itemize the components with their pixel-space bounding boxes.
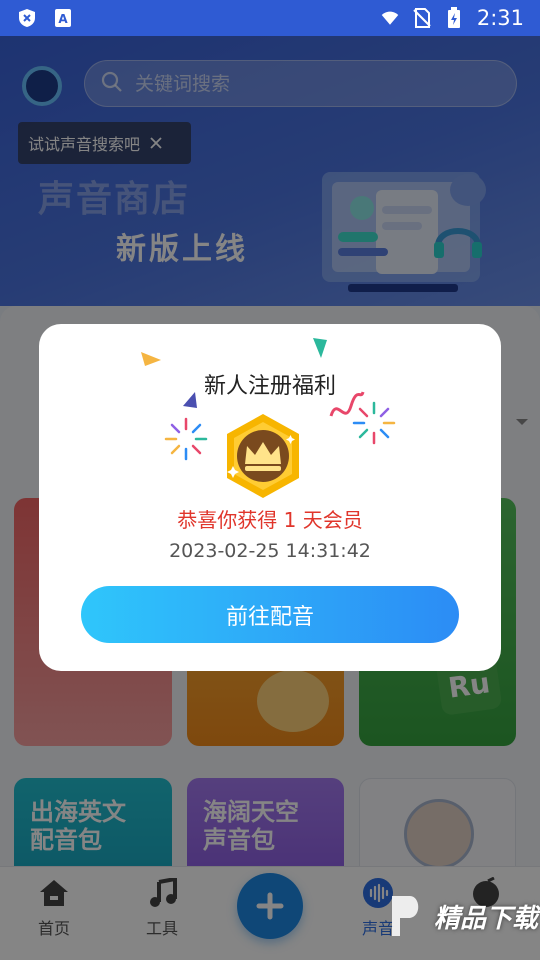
no-sim-icon	[413, 8, 431, 28]
shield-icon	[18, 9, 36, 27]
firework-icon	[352, 401, 396, 445]
keyboard-a-icon: A	[54, 9, 72, 27]
watermark: 精品下载	[386, 892, 538, 940]
congrats-text: 恭喜你获得 1 天会员	[177, 508, 363, 532]
wifi-icon	[381, 9, 399, 27]
battery-charging-icon	[445, 7, 463, 28]
welcome-dialog: 新人注册福利 恭喜你获得 1 天会员 2023-02-25 14:31:42 前…	[39, 324, 501, 671]
dialog-title: 新人注册福利	[203, 374, 336, 399]
watermark-text: 精品下载	[434, 903, 539, 934]
crown-badge-icon	[227, 414, 299, 498]
svg-text:A: A	[58, 12, 68, 26]
confetti-triangle-icon	[141, 352, 161, 366]
go-dub-button[interactable]: 前往配音	[81, 586, 459, 643]
confetti-triangle-icon	[313, 338, 327, 358]
firework-icon	[164, 417, 208, 461]
clock-time: 2:31	[476, 6, 524, 30]
watermark-logo-icon	[392, 896, 419, 936]
reward-timestamp: 2023-02-25 14:31:42	[169, 540, 371, 562]
status-bar: A 2:31	[0, 0, 540, 36]
